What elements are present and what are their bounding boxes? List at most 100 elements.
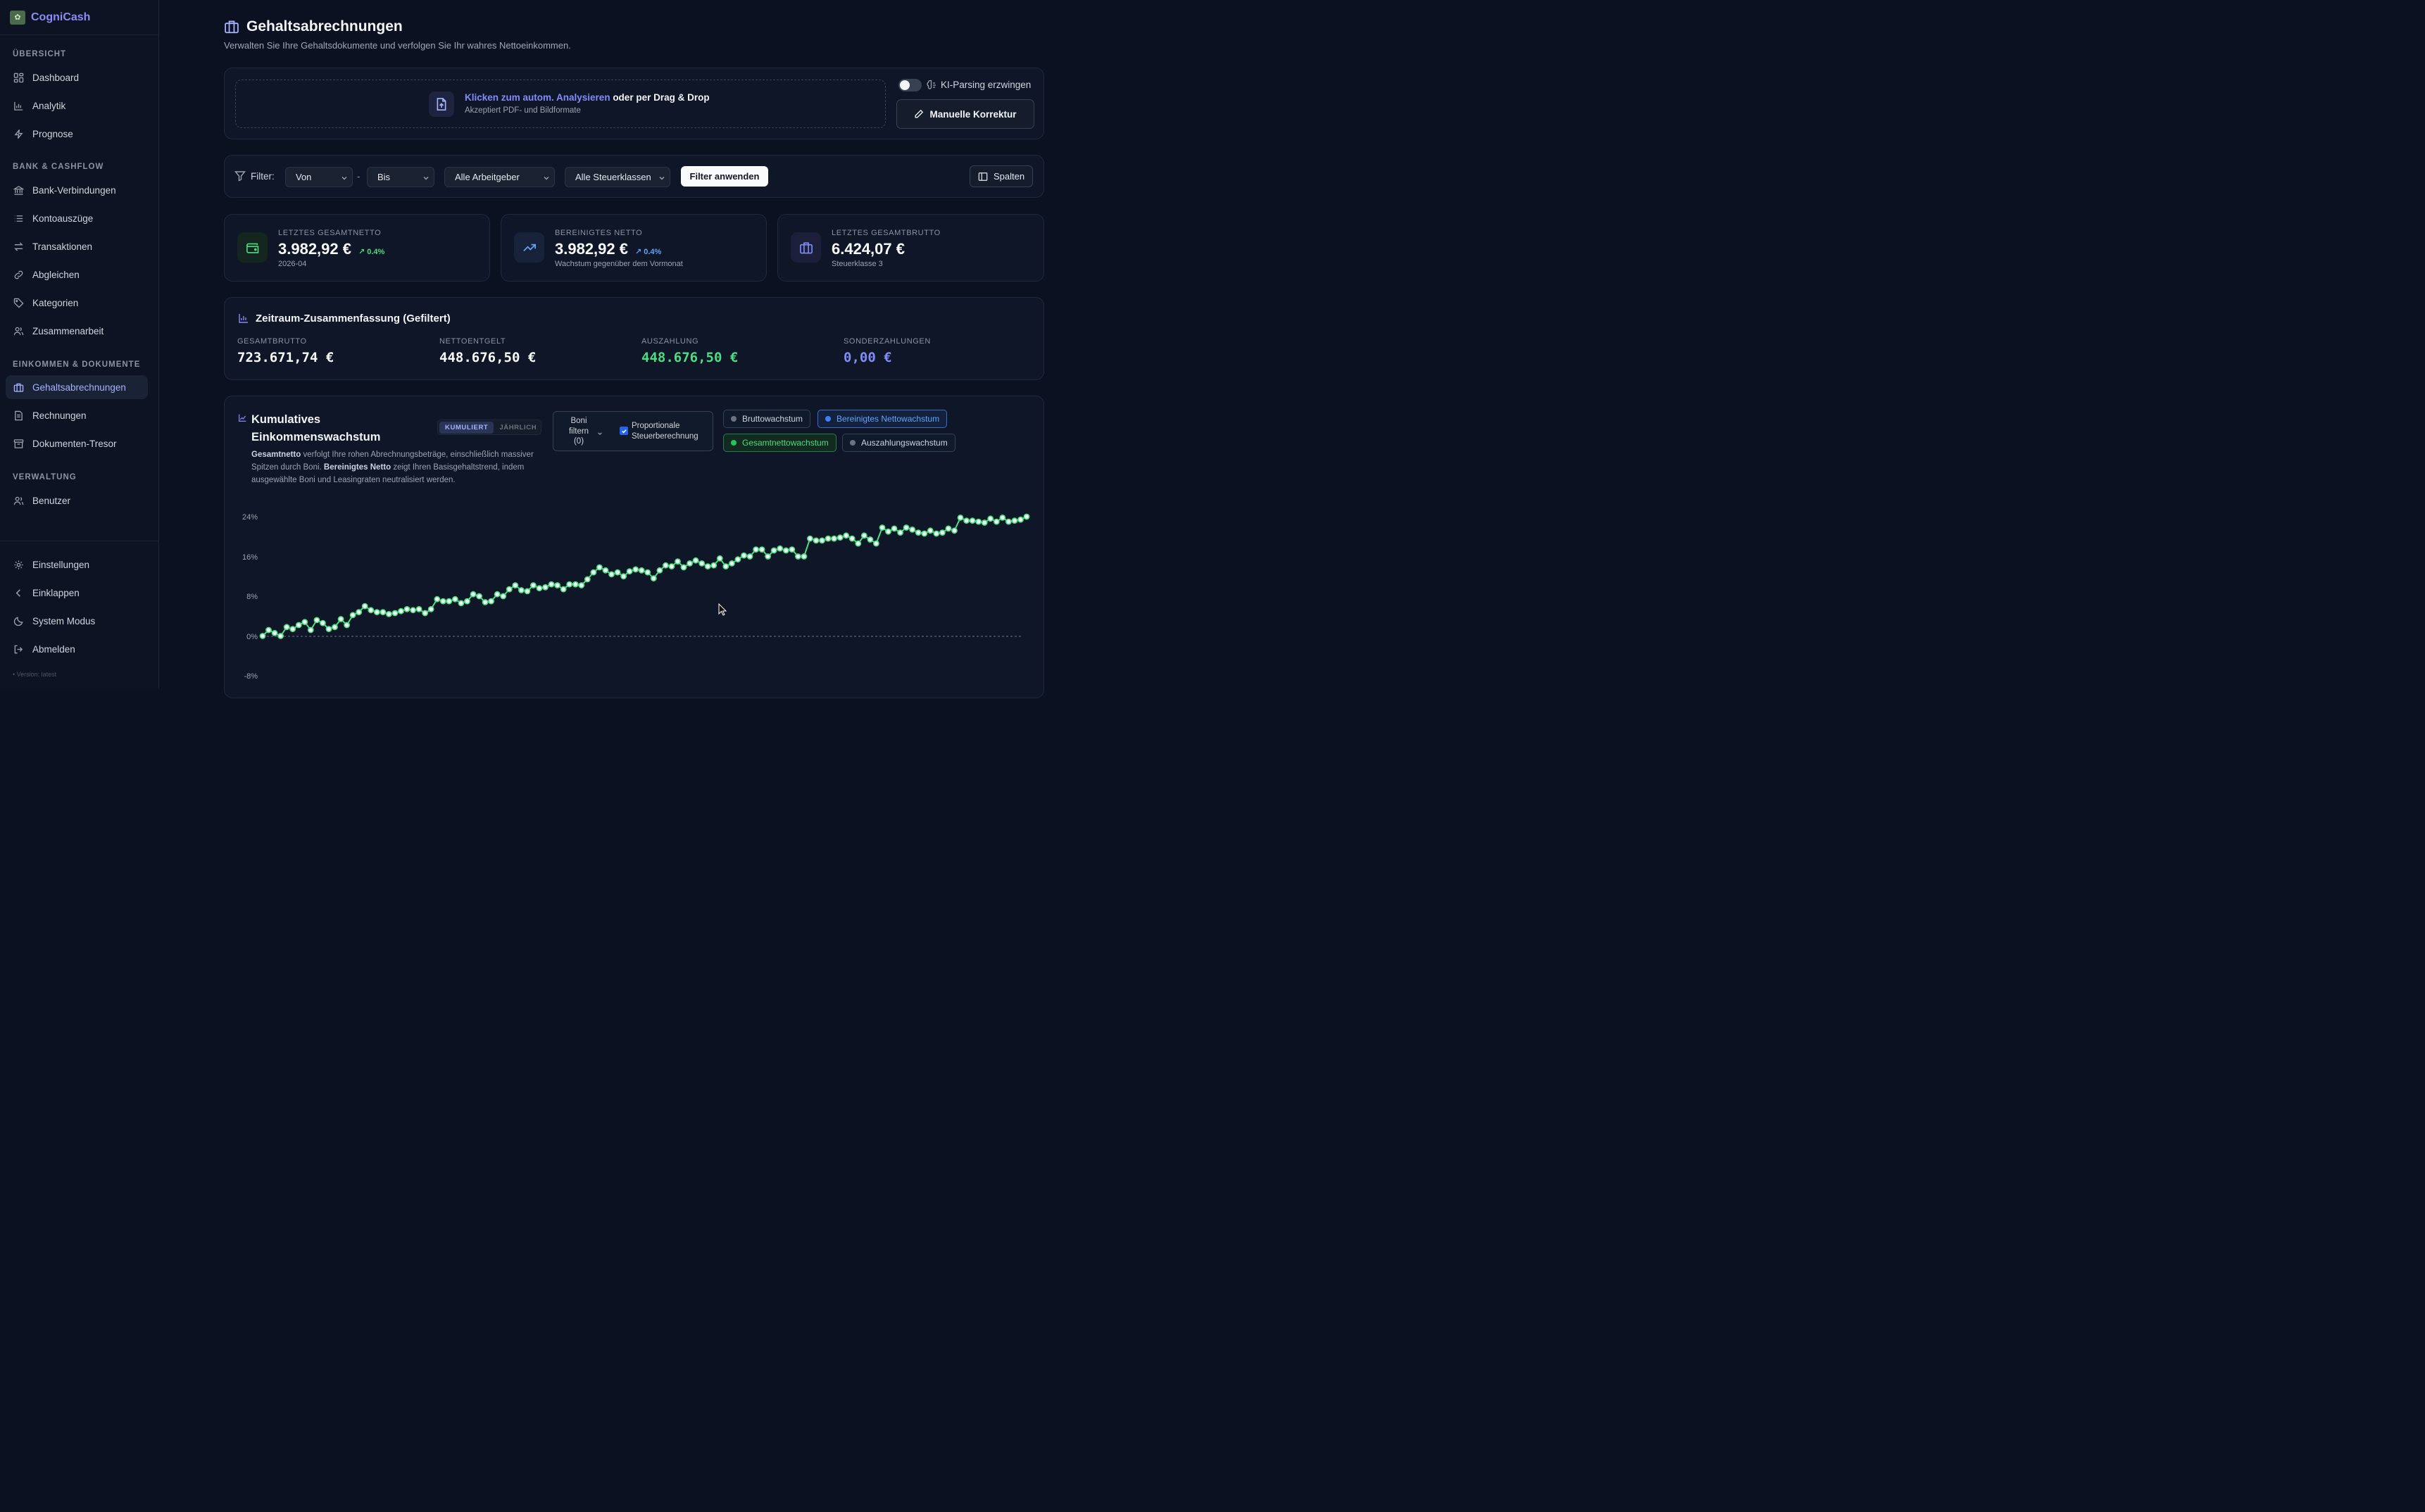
- data-point[interactable]: [307, 626, 314, 634]
- data-point[interactable]: [301, 619, 308, 626]
- sidebar-item-rechnungen[interactable]: Rechnungen: [6, 403, 148, 427]
- data-point[interactable]: [873, 540, 879, 547]
- data-point[interactable]: [277, 633, 284, 639]
- data-point[interactable]: [668, 563, 675, 569]
- data-point[interactable]: [259, 633, 266, 639]
- prop-tax-checkbox[interactable]: [620, 427, 628, 435]
- to-date-select[interactable]: Bis: [367, 167, 434, 187]
- data-point[interactable]: [789, 546, 796, 553]
- data-point[interactable]: [439, 598, 446, 605]
- data-point[interactable]: [1011, 517, 1018, 524]
- data-point[interactable]: [530, 582, 537, 588]
- brand[interactable]: ✿ CogniCash: [0, 0, 158, 35]
- data-point[interactable]: [734, 556, 741, 563]
- sidebar-item-gehaltsabrechnungen[interactable]: Gehaltsabrechnungen: [6, 375, 148, 399]
- data-point[interactable]: [620, 573, 627, 580]
- sidebar-item-prognose[interactable]: Prognose: [6, 122, 148, 146]
- upload-dropzone[interactable]: Klicken zum autom. Analysieren oder per …: [235, 80, 886, 128]
- data-point[interactable]: [969, 517, 976, 524]
- data-point[interactable]: [295, 622, 302, 629]
- data-point[interactable]: [867, 536, 874, 543]
- data-point[interactable]: [626, 568, 633, 575]
- data-point[interactable]: [368, 607, 375, 614]
- sidebar-item-abgleichen[interactable]: Abgleichen: [6, 263, 148, 286]
- data-point[interactable]: [265, 626, 272, 634]
- data-point[interactable]: [590, 569, 597, 576]
- data-point[interactable]: [933, 530, 940, 537]
- sidebar-item-dashboard[interactable]: Dashboard: [6, 65, 148, 89]
- legend-auszahlungswachstum[interactable]: Auszahlungswachstum: [842, 434, 955, 452]
- data-point[interactable]: [608, 571, 615, 578]
- data-point[interactable]: [722, 563, 729, 569]
- sidebar-item-kontoauszuege[interactable]: Kontoauszüge: [6, 206, 148, 230]
- data-point[interactable]: [373, 609, 380, 615]
- employer-select[interactable]: Alle Arbeitgeber: [444, 167, 555, 187]
- data-point[interactable]: [548, 581, 555, 588]
- data-point[interactable]: [332, 624, 338, 631]
- sidebar-item-einklappen[interactable]: Einklappen: [6, 581, 148, 605]
- data-point[interactable]: [572, 581, 579, 588]
- data-point[interactable]: [813, 537, 820, 544]
- data-point[interactable]: [344, 622, 350, 629]
- data-point[interactable]: [993, 518, 1000, 525]
- data-point[interactable]: [819, 537, 825, 544]
- data-point[interactable]: [692, 557, 699, 564]
- data-point[interactable]: [765, 553, 771, 560]
- data-point[interactable]: [271, 629, 278, 636]
- data-point[interactable]: [415, 605, 422, 612]
- data-point[interactable]: [795, 553, 801, 560]
- sidebar-item-system-modus[interactable]: System Modus: [6, 609, 148, 633]
- manual-correction-button[interactable]: Manuelle Korrektur: [896, 99, 1034, 129]
- columns-button[interactable]: Spalten: [970, 165, 1033, 187]
- data-point[interactable]: [536, 585, 543, 592]
- data-point[interactable]: [782, 547, 789, 554]
- data-point[interactable]: [434, 596, 441, 603]
- data-point[interactable]: [848, 535, 856, 542]
- data-point[interactable]: [427, 605, 434, 612]
- taxclass-select[interactable]: Alle Steuerklassen: [565, 167, 670, 187]
- mode-yearly-button[interactable]: JÄHRLICH: [496, 422, 539, 434]
- data-point[interactable]: [807, 535, 813, 542]
- sidebar-item-kategorien[interactable]: Kategorien: [6, 291, 148, 315]
- data-point[interactable]: [729, 560, 735, 567]
- legend-bruttowachstum[interactable]: Bruttowachstum: [723, 410, 811, 428]
- sidebar-item-transaktionen[interactable]: Transaktionen: [6, 234, 148, 258]
- data-point[interactable]: [482, 599, 489, 605]
- data-point[interactable]: [337, 616, 344, 622]
- data-point[interactable]: [741, 552, 747, 559]
- data-point[interactable]: [915, 529, 922, 536]
- data-point[interactable]: [451, 596, 458, 603]
- data-point[interactable]: [638, 567, 645, 574]
- data-point[interactable]: [927, 527, 934, 534]
- data-point[interactable]: [313, 617, 320, 624]
- data-point[interactable]: [860, 532, 867, 539]
- data-point[interactable]: [909, 527, 916, 533]
- data-point[interactable]: [422, 610, 429, 617]
- ki-parsing-toggle[interactable]: [898, 79, 922, 92]
- data-point[interactable]: [999, 515, 1006, 521]
- data-point[interactable]: [289, 626, 296, 632]
- data-point[interactable]: [410, 607, 416, 614]
- mode-cumulative-button[interactable]: KUMULIERT: [439, 421, 494, 434]
- from-date-select[interactable]: Von: [285, 167, 353, 187]
- data-point[interactable]: [831, 535, 837, 542]
- data-point[interactable]: [494, 591, 501, 598]
- sidebar-item-dokumenten-tresor[interactable]: Dokumenten-Tresor: [6, 431, 148, 455]
- data-point[interactable]: [836, 534, 844, 541]
- data-point[interactable]: [975, 518, 982, 525]
- data-point[interactable]: [458, 600, 465, 607]
- data-point[interactable]: [770, 547, 777, 554]
- data-point[interactable]: [951, 527, 958, 534]
- data-point[interactable]: [464, 598, 470, 605]
- legend-gesamtnettowachstum[interactable]: Gesamtnettowachstum: [723, 434, 836, 452]
- data-point[interactable]: [560, 586, 567, 593]
- data-point[interactable]: [361, 603, 368, 610]
- data-point[interactable]: [476, 593, 482, 600]
- data-point[interactable]: [650, 575, 657, 581]
- data-point[interactable]: [349, 612, 356, 619]
- data-point[interactable]: [500, 593, 507, 600]
- data-point[interactable]: [687, 560, 693, 567]
- data-point[interactable]: [398, 607, 404, 615]
- data-point[interactable]: [777, 545, 784, 552]
- data-point[interactable]: [716, 555, 723, 562]
